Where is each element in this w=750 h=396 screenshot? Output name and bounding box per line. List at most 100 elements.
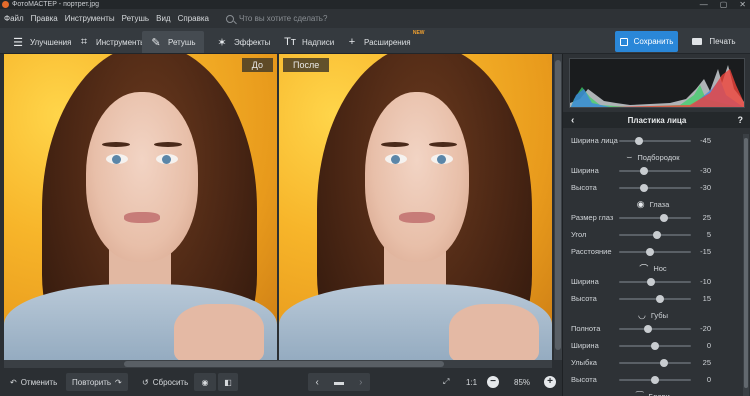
horizontal-scrollbar[interactable] — [4, 360, 552, 368]
slider-label: Ширина — [571, 166, 599, 175]
menu-file[interactable]: Файл — [4, 14, 24, 23]
prev-arrow-icon[interactable]: ‹ — [316, 377, 319, 388]
slider-value: 5 — [706, 230, 711, 239]
face-sliders: Ширина лица -45 ⌣ Подбородок Ширина -30 Высота… — [563, 134, 743, 396]
print-button[interactable]: Печать — [684, 31, 744, 52]
menu-view[interactable]: Вид — [156, 14, 170, 23]
brow-left — [381, 142, 409, 147]
slider-knob[interactable] — [651, 376, 659, 384]
undo-button[interactable]: ↶ Отменить — [4, 373, 63, 391]
slider-track[interactable] — [619, 362, 691, 364]
slider-label: Угол — [571, 230, 587, 239]
after-label: После — [283, 58, 330, 72]
slider-track[interactable] — [619, 328, 691, 330]
slider-knob[interactable] — [645, 248, 654, 256]
section-label: Глаза — [649, 199, 670, 209]
window-controls: — ▢ ✕ — [700, 0, 746, 9]
tab-improvements[interactable]: ☰ Улучшения — [4, 31, 79, 53]
slider-value: -15 — [700, 247, 711, 256]
menu-tools[interactable]: Инструменты — [65, 14, 115, 23]
redo-label: Повторить — [72, 377, 112, 387]
minimize-icon[interactable]: — — [700, 0, 708, 9]
tab-label: Расширения — [364, 37, 411, 47]
slider-value: -20 — [700, 324, 711, 333]
close-icon[interactable]: ✕ — [739, 0, 746, 9]
mouth — [399, 212, 435, 223]
tab-extensions[interactable]: + Расширения NEW — [338, 30, 427, 53]
section-chin[interactable]: ⌣ Подбородок — [563, 151, 743, 163]
title-bar: ФотоМАСТЕР - портрет.jpg — ▢ ✕ — [0, 0, 750, 9]
slider-row: Полнота -20 — [563, 322, 743, 336]
back-arrow-icon[interactable]: ‹ — [571, 115, 574, 126]
save-icon — [619, 37, 628, 46]
scroll-thumb[interactable] — [555, 60, 561, 350]
slider-knob[interactable] — [656, 295, 665, 303]
slider-knob[interactable] — [647, 278, 656, 286]
section-lips[interactable]: ◡ Губы — [563, 309, 743, 321]
section-label: Подбородок — [637, 152, 680, 162]
vertical-scrollbar[interactable] — [554, 54, 562, 360]
scroll-thumb[interactable] — [124, 361, 444, 367]
tab-retouch[interactable]: ✎ Ретушь — [142, 31, 204, 53]
slider-label: Высота — [571, 375, 597, 384]
eye-left — [385, 154, 407, 164]
reset-button[interactable]: ↺ Сбросить — [136, 373, 194, 391]
zoom-out-button[interactable]: − — [487, 376, 499, 388]
slider-track[interactable] — [619, 251, 691, 253]
menu-edit[interactable]: Правка — [31, 14, 58, 23]
help-icon[interactable]: ? — [738, 115, 744, 125]
search-icon — [225, 14, 234, 23]
redo-button[interactable]: Повторить ↷ — [66, 373, 128, 391]
photo-after[interactable]: После — [279, 54, 552, 360]
menu-retouch[interactable]: Ретушь — [122, 14, 150, 23]
face-shape — [86, 92, 198, 262]
tab-label: Эффекты — [234, 37, 271, 47]
slider-knob[interactable] — [652, 231, 661, 239]
section-label: Брови — [648, 391, 670, 396]
zoom-in-button[interactable]: + — [544, 376, 556, 388]
slider-track[interactable] — [619, 140, 691, 142]
section-eye[interactable]: ◉ Глаза — [563, 198, 743, 210]
slider-knob[interactable] — [640, 184, 649, 192]
scroll-thumb[interactable] — [744, 138, 748, 388]
slider-track[interactable] — [619, 170, 691, 172]
tab-label: Ретушь — [168, 37, 196, 47]
menu-help[interactable]: Справка — [178, 14, 209, 23]
slider-value: 0 — [706, 375, 711, 384]
tab-effects[interactable]: ✶ Эффекты — [208, 31, 278, 53]
slider-row: Ширина лица -45 — [563, 134, 743, 148]
search-box[interactable]: Что вы хотите сделать? — [225, 14, 327, 23]
slider-knob[interactable] — [634, 137, 643, 145]
slider-knob[interactable] — [651, 342, 659, 350]
chin-icon: ⌣ — [626, 151, 633, 162]
slider-track[interactable] — [619, 187, 691, 189]
maximize-icon[interactable]: ▢ — [720, 0, 728, 9]
zoom-1to1-button[interactable]: 1:1 — [460, 373, 483, 391]
slider-row: Высота -30 — [563, 181, 743, 195]
fit-screen-button[interactable]: ⤢ — [437, 373, 455, 391]
panel-scrollbar[interactable] — [743, 134, 749, 396]
slider-label: Полнота — [571, 324, 601, 333]
slider-track[interactable] — [619, 217, 691, 219]
photo-before[interactable]: До — [4, 54, 277, 360]
section-nose[interactable]: ⌒ Нос — [563, 262, 743, 274]
bottom-bar: ↶ Отменить Повторить ↷ ↺ Сбросить ◉ ◧ ‹ … — [0, 368, 562, 396]
slider-value: 0 — [706, 341, 711, 350]
tab-text[interactable]: Tт Надписи — [276, 31, 342, 53]
compare-button[interactable]: ◧ — [218, 373, 238, 391]
save-button[interactable]: Сохранить — [615, 31, 678, 52]
undo-label: Отменить — [20, 377, 58, 387]
slider-knob[interactable] — [643, 325, 652, 333]
preview-toggle-button[interactable]: ◉ — [194, 373, 216, 391]
folder-icon[interactable]: ▬ — [334, 377, 344, 388]
slider-track[interactable] — [619, 298, 691, 300]
brush-icon: ✎ — [151, 36, 161, 49]
new-badge: NEW — [412, 30, 425, 36]
slider-knob[interactable] — [660, 359, 668, 367]
slider-knob[interactable] — [640, 167, 649, 175]
slider-knob[interactable] — [660, 214, 668, 222]
next-arrow-icon[interactable]: › — [359, 377, 362, 388]
histogram — [569, 58, 745, 108]
mouth — [124, 212, 160, 223]
section-brows[interactable]: ⁀ Брови — [563, 390, 743, 396]
